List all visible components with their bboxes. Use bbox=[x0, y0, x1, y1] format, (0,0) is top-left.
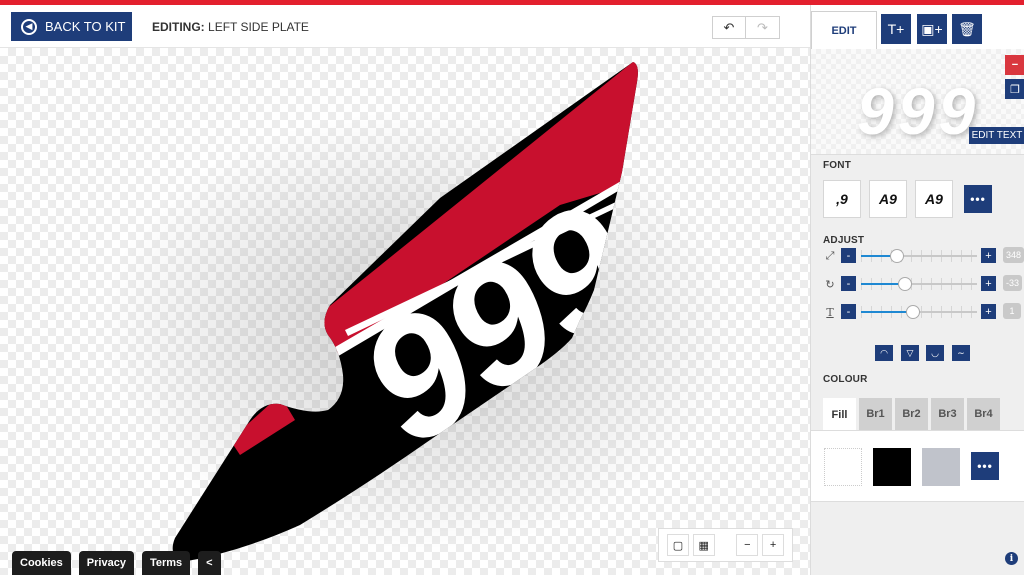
size-value: 348 bbox=[1003, 247, 1024, 263]
swatch-grey[interactable] bbox=[922, 448, 960, 486]
font-section-label: FONT bbox=[823, 160, 852, 171]
arc-down-button[interactable]: ◡ bbox=[926, 345, 944, 361]
terms-link[interactable]: Terms bbox=[141, 551, 191, 575]
rotate-slider[interactable] bbox=[861, 277, 977, 291]
single-view-button[interactable]: ▢ bbox=[667, 534, 689, 556]
spacing-increase-button[interactable]: + bbox=[981, 304, 996, 319]
colour-tabs: Fill Br1 Br2 Br3 Br4 bbox=[823, 398, 1000, 431]
info-icon[interactable]: i bbox=[1005, 552, 1018, 565]
colour-section-label: COLOUR bbox=[823, 374, 868, 385]
size-slider-handle[interactable] bbox=[889, 249, 904, 263]
wedge-icon: ▽ bbox=[906, 347, 914, 358]
tab-br3[interactable]: Br3 bbox=[931, 398, 964, 430]
editor-header: ◀ BACK TO KIT EDITING: LEFT SIDE PLATE ↶… bbox=[0, 5, 810, 48]
wave-icon: ∼ bbox=[957, 347, 965, 358]
trash-icon: 🗑 bbox=[958, 20, 976, 37]
tab-br4[interactable]: Br4 bbox=[967, 398, 1000, 430]
arc-up-button[interactable]: ◠ bbox=[875, 345, 893, 361]
more-colours-button[interactable]: ••• bbox=[971, 452, 999, 480]
minus-icon: − bbox=[1011, 59, 1019, 71]
grid-icon: ▦ bbox=[698, 539, 709, 552]
font-option-2[interactable]: A9 bbox=[869, 180, 907, 218]
undo-button[interactable]: ↶ bbox=[712, 16, 746, 39]
zoom-out-icon: − bbox=[744, 539, 751, 551]
tab-br2[interactable]: Br2 bbox=[895, 398, 928, 430]
undo-icon: ↶ bbox=[723, 19, 735, 35]
arc-down-icon: ◡ bbox=[931, 347, 939, 358]
add-image-button[interactable]: ▣+ bbox=[917, 14, 947, 44]
redo-icon: ↷ bbox=[757, 19, 768, 35]
duplicate-layer-button[interactable]: ❐ bbox=[1005, 79, 1024, 99]
remove-layer-button[interactable]: − bbox=[1005, 55, 1024, 75]
rotate-adjust-row: ↻ - + -33 bbox=[823, 275, 1023, 293]
rotate-slider-handle[interactable] bbox=[898, 277, 913, 291]
spacing-adjust-row: T - + 1 bbox=[823, 303, 1023, 321]
spacing-value: 1 bbox=[1003, 303, 1021, 319]
editing-value: LEFT SIDE PLATE bbox=[208, 20, 309, 34]
size-increase-button[interactable]: + bbox=[981, 248, 996, 263]
adjust-section-label: ADJUST bbox=[823, 235, 865, 246]
undo-redo-group: ↶ ↷ bbox=[712, 16, 780, 39]
font-option-3[interactable]: A9 bbox=[915, 180, 953, 218]
font-option-1[interactable]: ,9 bbox=[823, 180, 861, 218]
resize-icon: ⤢ bbox=[825, 249, 835, 262]
back-to-kit-button[interactable]: ◀ BACK TO KIT bbox=[11, 12, 132, 41]
zoom-in-icon: + bbox=[769, 539, 777, 551]
rotate-decrease-button[interactable]: - bbox=[841, 276, 856, 291]
grid-view-button[interactable]: ▦ bbox=[692, 534, 715, 556]
more-fonts-button[interactable]: ••• bbox=[964, 185, 992, 213]
back-to-kit-label: BACK TO KIT bbox=[45, 19, 126, 34]
tab-edit[interactable]: EDIT bbox=[811, 11, 877, 49]
spacing-decrease-button[interactable]: - bbox=[841, 304, 856, 319]
tab-br1[interactable]: Br1 bbox=[859, 398, 892, 430]
copy-icon: ❐ bbox=[1010, 83, 1020, 96]
add-image-icon: ▣+ bbox=[921, 20, 943, 37]
side-plate-graphic[interactable]: 999 bbox=[0, 48, 810, 575]
text-spacing-icon: T bbox=[826, 305, 834, 319]
rotate-increase-button[interactable]: + bbox=[981, 276, 996, 291]
tab-fill[interactable]: Fill bbox=[823, 398, 856, 431]
wave-button[interactable]: ∼ bbox=[952, 345, 970, 361]
rotate-value: -33 bbox=[1003, 275, 1023, 291]
editing-prefix: EDITING: bbox=[152, 20, 205, 34]
size-decrease-button[interactable]: - bbox=[841, 248, 856, 263]
preview-number: 999 bbox=[857, 74, 980, 148]
redo-button[interactable]: ↷ bbox=[746, 16, 780, 39]
size-slider[interactable] bbox=[861, 249, 977, 263]
text-preview: 999 − ❐ EDIT TEXT bbox=[811, 49, 1024, 155]
rotate-icon: ↻ bbox=[825, 278, 835, 291]
square-icon: ▢ bbox=[672, 539, 684, 552]
panel-header: EDIT T+ ▣+ 🗑 bbox=[811, 5, 1024, 49]
spacing-slider[interactable] bbox=[861, 305, 977, 319]
delete-button[interactable]: 🗑 bbox=[952, 14, 982, 44]
privacy-link[interactable]: Privacy bbox=[78, 551, 134, 575]
editing-title: EDITING: LEFT SIDE PLATE bbox=[152, 20, 309, 34]
edit-text-button[interactable]: EDIT TEXT bbox=[969, 127, 1024, 144]
edit-panel: EDIT T+ ▣+ 🗑 999 − ❐ EDIT TEXT FONT ,9 A… bbox=[810, 5, 1024, 575]
cookies-link[interactable]: Cookies bbox=[12, 551, 71, 575]
footer-links: Cookies Privacy Terms < bbox=[12, 551, 221, 575]
design-canvas[interactable]: 999 ▢ ▦ − + bbox=[0, 48, 810, 575]
swatch-black[interactable] bbox=[873, 448, 911, 486]
arc-up-icon: ◠ bbox=[880, 347, 888, 358]
collapse-footer-button[interactable]: < bbox=[198, 551, 221, 575]
wedge-button[interactable]: ▽ bbox=[901, 345, 919, 361]
add-text-button[interactable]: T+ bbox=[881, 14, 911, 44]
swatch-white[interactable] bbox=[824, 448, 862, 486]
add-text-icon: T+ bbox=[887, 21, 905, 37]
chevron-left-icon: ◀ bbox=[21, 18, 37, 35]
colour-swatches: ••• bbox=[811, 430, 1024, 502]
zoom-out-button[interactable]: − bbox=[736, 534, 759, 556]
zoom-in-button[interactable]: + bbox=[762, 534, 784, 556]
view-toolbar: ▢ ▦ − + bbox=[658, 528, 793, 562]
size-adjust-row: ⤢ - + 348 bbox=[823, 247, 1024, 265]
